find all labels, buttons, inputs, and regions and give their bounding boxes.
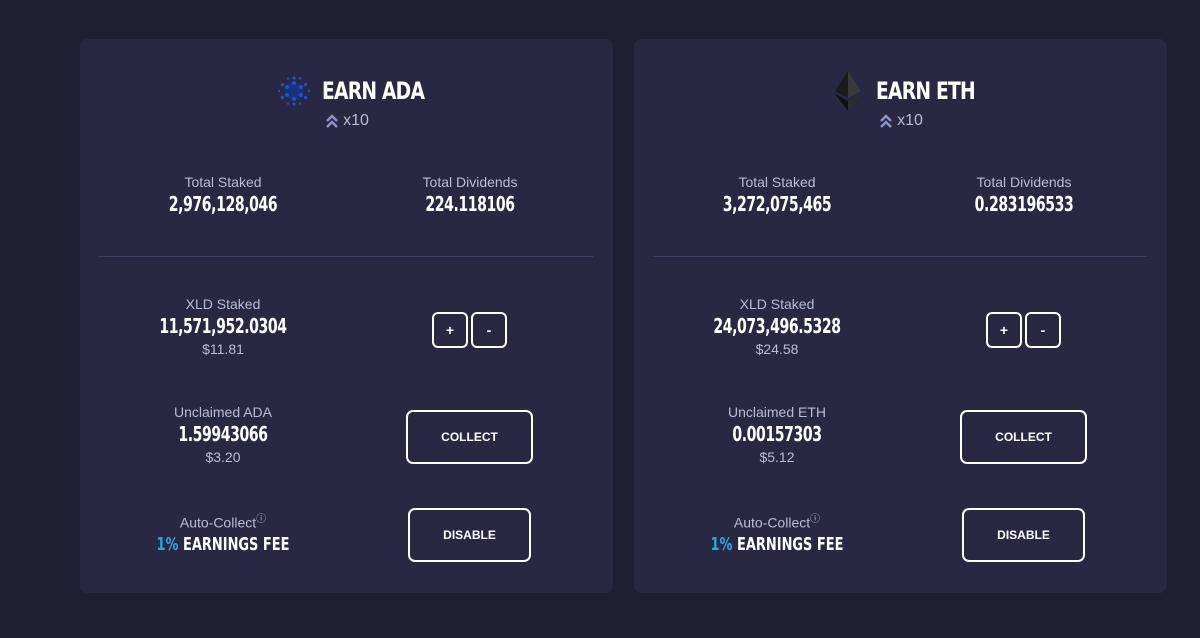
auto-collect-text: Auto-Collect (179, 514, 257, 531)
earnings-fee: 1% EARNINGS FEE (698, 532, 856, 558)
total-staked: Total Staked 2,976,128,046 (113, 173, 333, 217)
xld-staked: XLD Staked 11,571,952.0304 $11.81 (113, 295, 333, 359)
double-chevron-up-icon (880, 114, 892, 128)
unclaimed-usd: $3.20 (205, 449, 241, 465)
total-staked-label: Total Staked (184, 174, 262, 190)
unclaimed: Unclaimed ADA 1.59943066 $3.20 (113, 403, 333, 467)
unclaimed-label: Unclaimed ADA (173, 404, 273, 420)
card-title: EARN ADA (322, 77, 425, 105)
total-dividends-value: 0.283196533 (974, 192, 1074, 216)
ethereum-icon (830, 71, 866, 111)
double-chevron-up-icon (326, 114, 338, 128)
help-icon[interactable]: ⓘ (810, 514, 820, 525)
stake-minus-button[interactable]: - (1025, 312, 1061, 348)
divider (99, 256, 593, 257)
card-title: EARN ETH (876, 77, 976, 105)
unclaimed-value: 1.59943066 (178, 422, 268, 446)
fee-percent: 1% (710, 533, 733, 555)
multiplier-value: x10 (897, 112, 923, 129)
auto-collect-text: Auto-Collect (733, 514, 811, 531)
auto-collect-label: Auto-Collectⓘ (113, 511, 333, 532)
total-staked-value: 3,272,075,465 (722, 192, 832, 216)
xld-staked-usd: $11.81 (202, 341, 244, 357)
auto-collect-label: Auto-Collectⓘ (667, 511, 887, 532)
unclaimed-usd: $5.12 (759, 449, 795, 465)
unclaimed: Unclaimed ETH 0.00157303 $5.12 (667, 403, 887, 467)
multiplier-value: x10 (343, 112, 369, 129)
total-staked-value: 2,976,128,046 (168, 192, 278, 216)
auto-collect: Auto-Collectⓘ 1% EARNINGS FEE (113, 511, 333, 558)
xld-staked: XLD Staked 24,073,496.5328 $24.58 (667, 295, 887, 359)
card-header: EARN ETH (634, 71, 1167, 111)
fee-text: EARNINGS FEE (732, 533, 844, 555)
total-staked-label: Total Staked (738, 174, 816, 190)
total-dividends: Total Dividends 224.118106 (360, 173, 580, 217)
xld-staked-value: 11,571,952.0304 (159, 314, 287, 338)
unclaimed-label: Unclaimed ETH (727, 404, 827, 420)
unclaimed-value: 0.00157303 (732, 422, 822, 446)
earnings-fee: 1% EARNINGS FEE (144, 532, 302, 558)
total-dividends-label: Total Dividends (422, 174, 518, 190)
xld-staked-label: XLD Staked (185, 296, 261, 312)
cardano-icon (276, 73, 312, 109)
stake-plus-button[interactable]: + (432, 312, 468, 348)
earn-ada-card: EARN ADA x10 Total Staked 2,976,128,046 … (80, 39, 613, 593)
fee-text: EARNINGS FEE (178, 533, 290, 555)
total-staked: Total Staked 3,272,075,465 (667, 173, 887, 217)
multiplier: x10 (80, 112, 613, 130)
total-dividends-value: 224.118106 (425, 192, 515, 216)
earn-eth-card: EARN ETH x10 Total Staked 3,272,075,465 … (634, 39, 1167, 593)
xld-staked-label: XLD Staked (739, 296, 815, 312)
stake-minus-button[interactable]: - (471, 312, 507, 348)
disable-button[interactable]: DISABLE (962, 508, 1085, 562)
divider (653, 256, 1147, 257)
xld-staked-value: 24,073,496.5328 (713, 314, 841, 338)
fee-percent: 1% (156, 533, 179, 555)
multiplier: x10 (634, 112, 1167, 130)
total-dividends: Total Dividends 0.283196533 (914, 173, 1134, 217)
auto-collect: Auto-Collectⓘ 1% EARNINGS FEE (667, 511, 887, 558)
stake-plus-button[interactable]: + (986, 312, 1022, 348)
collect-button[interactable]: COLLECT (406, 410, 533, 464)
xld-staked-usd: $24.58 (755, 341, 799, 357)
help-icon[interactable]: ⓘ (256, 514, 266, 525)
collect-button[interactable]: COLLECT (960, 410, 1087, 464)
total-dividends-label: Total Dividends (976, 174, 1072, 190)
disable-button[interactable]: DISABLE (408, 508, 531, 562)
card-header: EARN ADA (80, 71, 613, 111)
